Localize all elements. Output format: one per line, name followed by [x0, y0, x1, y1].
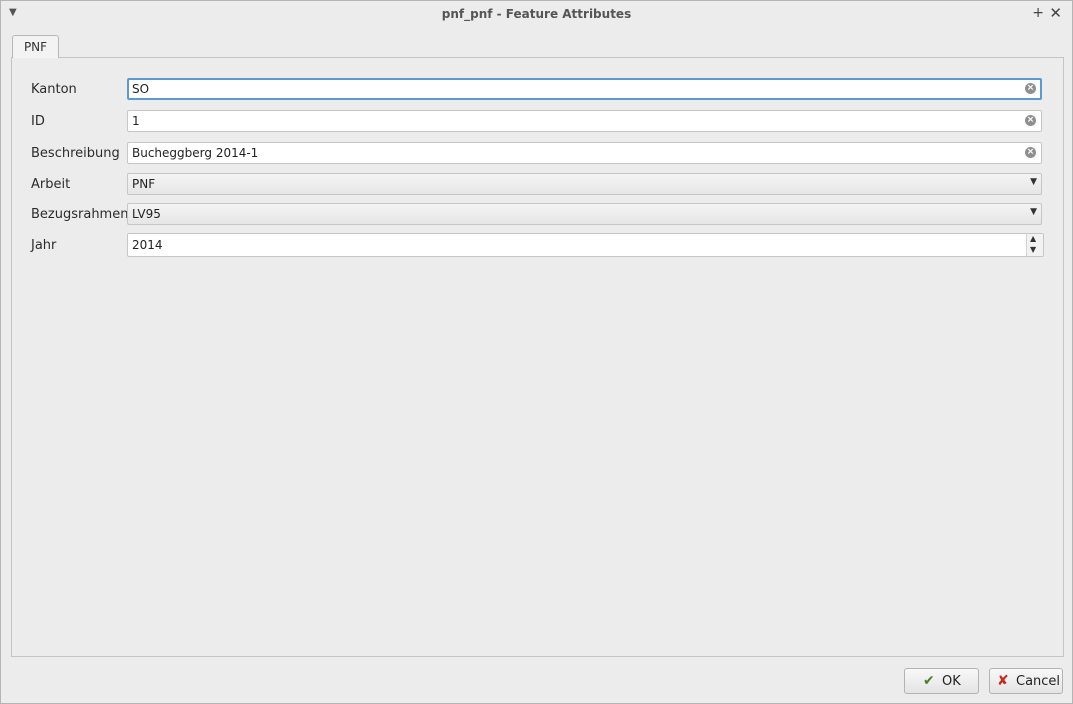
spin-up-icon[interactable]: ▲	[1030, 234, 1036, 243]
cancel-button[interactable]: ✘ Cancel	[989, 668, 1063, 694]
arbeit-label: Arbeit	[31, 177, 71, 192]
clear-icon[interactable]: ×	[1025, 83, 1036, 94]
window-title: pnf_pnf - Feature Attributes	[441, 7, 632, 21]
chevron-down-icon: ▼	[1030, 177, 1037, 187]
kanton-label: Kanton	[31, 82, 77, 97]
beschreibung-value: Bucheggberg 2014-1	[132, 146, 259, 160]
jahr-label: Jahr	[31, 238, 57, 253]
title-bar[interactable]: ▼ pnf_pnf - Feature Attributes + ✕	[1, 1, 1072, 28]
kanton-field[interactable]: SO ×	[127, 78, 1042, 100]
jahr-spinbox[interactable]: 2014 ▲ ▼	[127, 233, 1044, 257]
bezugsrahmen-select[interactable]: LV95 ▼	[127, 203, 1042, 225]
jahr-value: 2014	[132, 238, 163, 252]
arbeit-select[interactable]: PNF ▼	[127, 173, 1042, 195]
spin-down-icon[interactable]: ▼	[1030, 245, 1036, 254]
cancel-x-icon: ✘	[997, 673, 1009, 689]
clear-icon[interactable]: ×	[1025, 115, 1036, 126]
bezugsrahmen-label: Bezugsrahmen	[31, 207, 129, 222]
id-field[interactable]: 1 ×	[127, 110, 1042, 132]
id-label: ID	[31, 114, 45, 129]
beschreibung-field[interactable]: Bucheggberg 2014-1 ×	[127, 142, 1042, 164]
ok-check-icon: ✔	[923, 673, 935, 689]
pin-plus-icon[interactable]: +	[1032, 5, 1044, 21]
bezugsrahmen-value: LV95	[132, 207, 161, 221]
kanton-value: SO	[132, 82, 150, 96]
cancel-label: Cancel	[1016, 674, 1061, 689]
ok-button[interactable]: ✔ OK	[904, 668, 979, 694]
arbeit-value: PNF	[132, 177, 156, 191]
ok-label: OK	[942, 674, 961, 689]
feature-attributes-dialog: ▼ pnf_pnf - Feature Attributes + ✕ PNF K…	[0, 0, 1073, 704]
chevron-down-icon: ▼	[1030, 207, 1037, 217]
beschreibung-label: Beschreibung	[31, 146, 120, 161]
close-icon[interactable]: ✕	[1049, 4, 1062, 22]
tab-pnf[interactable]: PNF	[12, 35, 59, 58]
id-value: 1	[132, 114, 140, 128]
clear-icon[interactable]: ×	[1025, 147, 1036, 158]
spin-buttons: ▲ ▼	[1026, 234, 1043, 256]
